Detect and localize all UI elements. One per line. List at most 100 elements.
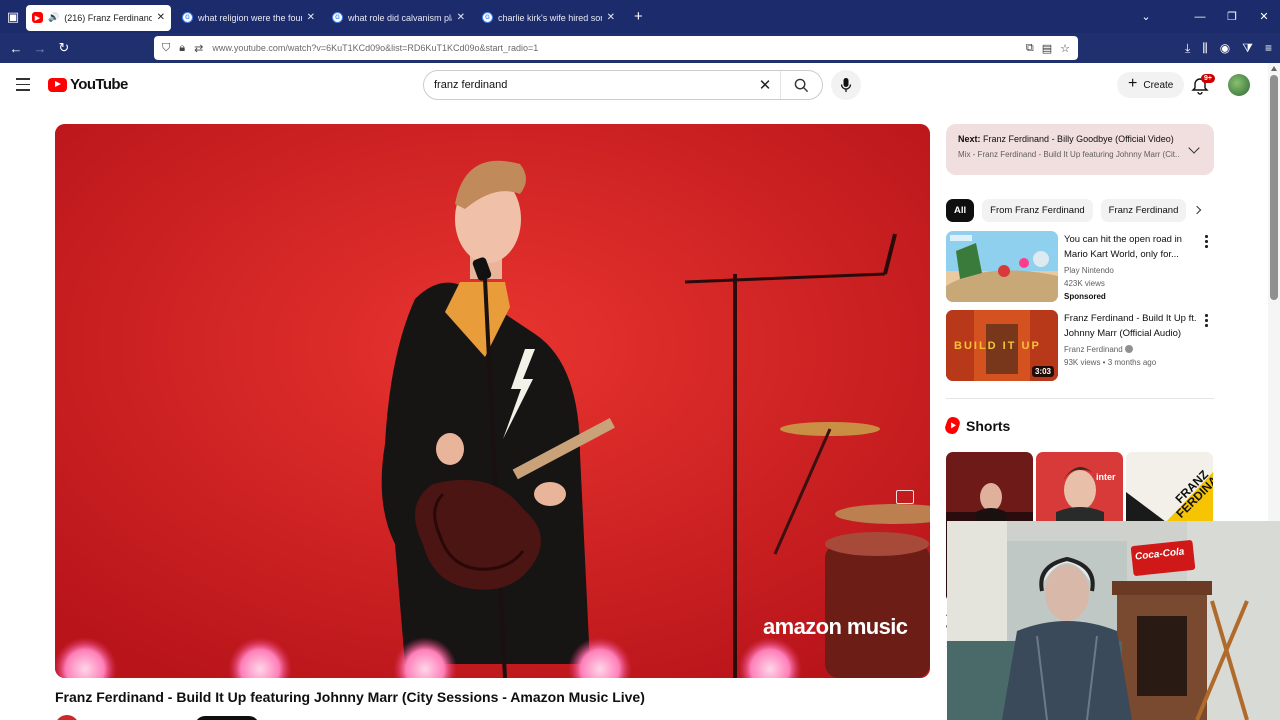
recommendation-item[interactable]: BUILD IT UP 3:03 Franz Ferdinand - Build…	[946, 310, 1216, 382]
tab-list-icon[interactable]: ▣	[0, 0, 26, 33]
recommendation-channel-row: Franz Ferdinand	[1064, 343, 1199, 356]
next-up-line: Next: Franz Ferdinand - Billy Goodbye (O…	[958, 134, 1202, 144]
search-icon	[794, 78, 809, 92]
search-button[interactable]	[780, 71, 822, 99]
extensions-icon[interactable]: ⧩	[1242, 41, 1253, 56]
shield-icon[interactable]: ⛉	[162, 42, 170, 55]
browser-toolbar: ← → ↻ ⛉ 🔒︎ ⇄ www.youtube.com/watch?v=6Ku…	[0, 33, 1280, 63]
video-thumbnail[interactable]	[946, 231, 1058, 302]
next-title: Franz Ferdinand - Billy Goodbye (Officia…	[983, 134, 1174, 144]
recommendation-stats: 93K views • 3 months ago	[1064, 358, 1157, 367]
playlist-next-card[interactable]: Next: Franz Ferdinand - Billy Goodbye (O…	[946, 124, 1214, 175]
next-prefix: Next:	[958, 134, 981, 144]
close-tab-icon[interactable]: ✕	[307, 12, 315, 23]
video-thumbnail[interactable]: BUILD IT UP 3:03	[946, 310, 1058, 381]
chevron-right-icon[interactable]	[1192, 205, 1202, 215]
tab-google-2[interactable]: G what role did calvanism play in ✕	[326, 5, 471, 31]
youtube-play-icon	[48, 77, 67, 92]
chevron-down-icon[interactable]	[1188, 142, 1200, 154]
browser-tab-strip: ▣ ▶ 🔊 (216) Franz Ferdinand - Buil ✕ G w…	[0, 0, 1280, 33]
recommendation-title[interactable]: Franz Ferdinand - Build It Up ft. Johnny…	[1064, 311, 1199, 341]
downloads-icon[interactable]: ⤓	[1185, 41, 1190, 56]
close-tab-icon[interactable]: ✕	[607, 12, 615, 23]
recommendation-title[interactable]: You can hit the open road in Mario Kart …	[1064, 232, 1199, 262]
tab-google-1[interactable]: G what religion were the founding ✕	[176, 5, 321, 31]
reload-icon[interactable]: ↻	[52, 40, 76, 56]
youtube-logo[interactable]: YouTube	[48, 76, 128, 93]
close-tab-icon[interactable]: ✕	[157, 12, 165, 23]
new-tab-icon[interactable]: +	[626, 8, 651, 25]
scrollbar-thumb[interactable]	[1270, 75, 1278, 300]
search-box: franz ferdinand ✕	[423, 70, 823, 100]
user-avatar[interactable]	[1228, 74, 1250, 96]
youtube-header: YouTube franz ferdinand ✕ + Create 9+	[0, 63, 1268, 108]
library-icon[interactable]: ⫼	[1202, 41, 1208, 56]
recommendation-channel[interactable]: Play Nintendo	[1064, 264, 1199, 277]
video-frame	[55, 124, 930, 678]
reader-view-icon[interactable]: ▤	[1042, 42, 1052, 55]
tab-youtube[interactable]: ▶ 🔊 (216) Franz Ferdinand - Buil ✕	[26, 4, 171, 31]
menu-icon[interactable]: ≡	[1265, 41, 1272, 55]
video-title: Franz Ferdinand - Build It Up featuring …	[55, 689, 645, 705]
address-bar[interactable]: ⛉ 🔒︎ ⇄ www.youtube.com/watch?v=6KuT1KCd0…	[154, 36, 1078, 60]
bookmark-star-icon[interactable]: ☆	[1060, 42, 1070, 55]
permissions-icon[interactable]: ⇄	[194, 42, 203, 55]
url-text[interactable]: www.youtube.com/watch?v=6KuT1KCd09o&list…	[212, 43, 1017, 53]
notification-count-badge: 9+	[1201, 74, 1215, 83]
restore-icon[interactable]: ❐	[1216, 10, 1248, 23]
create-label: Create	[1143, 79, 1174, 91]
mix-title: Mix - Franz Ferdinand - Build It Up feat…	[958, 150, 1180, 159]
subscribe-button[interactable]	[195, 716, 259, 720]
tab-overflow-icon[interactable]: ⌄	[1130, 10, 1162, 23]
back-icon[interactable]: ←	[4, 41, 28, 56]
webcam-overlay: Coca-Cola	[947, 521, 1280, 720]
channel-row	[55, 712, 930, 720]
recommendation-meta: Franz Ferdinand - Build It Up ft. Johnny…	[1064, 311, 1199, 369]
guide-menu-icon[interactable]	[16, 78, 30, 95]
recommendation-stats: 423K views	[1064, 279, 1105, 288]
search-input[interactable]: franz ferdinand	[434, 79, 750, 91]
browser-tools: ⤓ ⫼ ◉ ⧩ ≡	[1185, 33, 1272, 63]
verified-icon	[1124, 345, 1133, 353]
youtube-favicon-icon: ▶	[32, 12, 43, 23]
close-tab-icon[interactable]: ✕	[457, 12, 465, 23]
video-player[interactable]: amazon music	[55, 124, 930, 678]
voice-search-button[interactable]	[831, 70, 861, 100]
thumbnail-text: BUILD IT UP	[954, 340, 1041, 352]
tab-title: (216) Franz Ferdinand - Buil	[64, 12, 152, 23]
tab-title: what role did calvanism play in	[348, 12, 452, 23]
translate-icon[interactable]: ⧉	[1026, 42, 1034, 55]
forward-icon[interactable]: →	[28, 41, 52, 56]
account-icon[interactable]: ◉	[1220, 41, 1230, 55]
divider	[946, 398, 1214, 399]
chip-all[interactable]: All	[946, 199, 975, 222]
more-options-icon[interactable]	[1205, 314, 1208, 329]
tab-title: charlie kirk's wife hired someon	[498, 12, 602, 23]
plus-icon: +	[1128, 75, 1138, 92]
channel-avatar[interactable]	[55, 715, 79, 720]
lock-icon[interactable]: 🔒︎	[179, 42, 185, 55]
tab-google-3[interactable]: G charlie kirk's wife hired someon ✕	[476, 5, 621, 31]
recommendation-item[interactable]: You can hit the open road in Mario Kart …	[946, 231, 1216, 303]
speaker-icon[interactable]: 🔊	[48, 12, 59, 23]
shorts-header: Shorts	[943, 415, 1010, 436]
google-favicon-icon: G	[332, 12, 343, 23]
filter-chips: All From Franz Ferdinand Franz Ferdinand	[946, 199, 1187, 222]
miniplayer-icon[interactable]	[896, 490, 914, 504]
recommendation-meta: You can hit the open road in Mario Kart …	[1064, 232, 1199, 303]
window-controls: ⌄ — ❐ ✕	[1130, 0, 1280, 33]
tab-title: what religion were the founding	[198, 12, 302, 23]
recommendation-channel[interactable]: Franz Ferdinand	[1064, 345, 1123, 354]
google-favicon-icon: G	[482, 12, 493, 23]
duration-badge: 3:03	[1031, 366, 1054, 377]
minimize-icon[interactable]: —	[1184, 11, 1216, 23]
more-options-icon[interactable]	[1205, 235, 1208, 250]
chip-franz-ferdinand[interactable]: Franz Ferdinand	[1100, 199, 1187, 222]
close-window-icon[interactable]: ✕	[1248, 10, 1280, 23]
youtube-wordmark: YouTube	[70, 76, 128, 93]
sponsored-label: Sponsored	[1064, 292, 1106, 301]
create-button[interactable]: + Create	[1117, 72, 1185, 98]
chip-from-franz-ferdinand[interactable]: From Franz Ferdinand	[982, 199, 1093, 222]
scroll-up-icon[interactable]	[1271, 66, 1277, 71]
clear-search-icon[interactable]: ✕	[750, 76, 780, 94]
